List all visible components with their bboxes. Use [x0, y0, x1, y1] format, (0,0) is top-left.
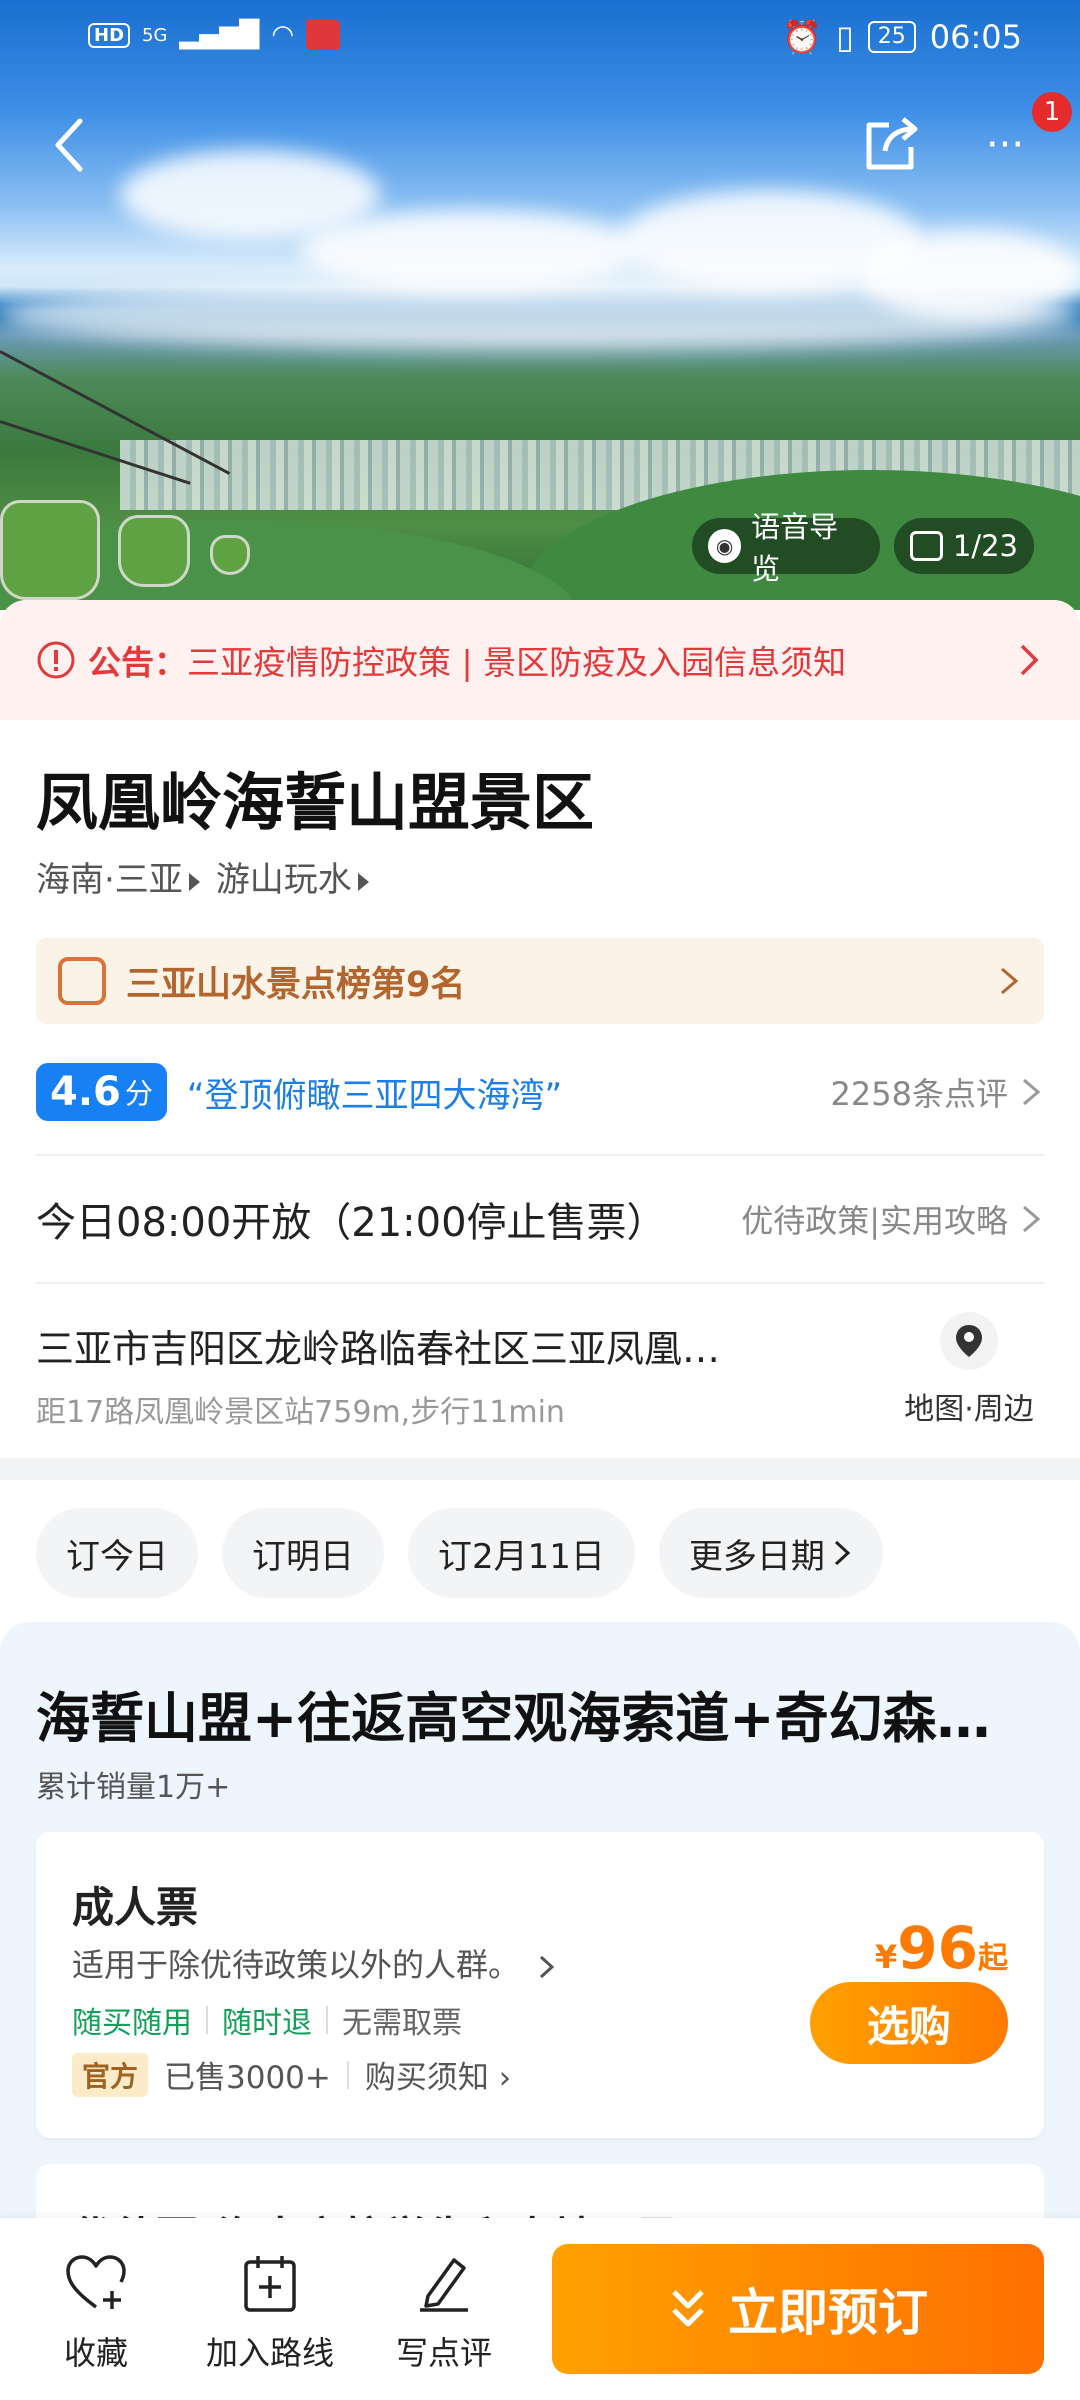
- network-label: 5G: [142, 24, 168, 46]
- tag-refundable: 随时退: [222, 2006, 312, 2041]
- favorite-label: 收藏: [63, 2334, 128, 2372]
- opening-hours: 今日08:00开放（21:00停止售票）: [36, 1200, 667, 1246]
- more-button[interactable]: ···: [970, 120, 1040, 170]
- share-icon: [866, 117, 918, 170]
- share-button[interactable]: [856, 108, 926, 178]
- write-review-button[interactable]: 写点评: [364, 2248, 524, 2374]
- score-badge: 4.6 分: [36, 1063, 167, 1121]
- caret-right-icon: [357, 873, 369, 891]
- heart-plus-icon: [66, 2255, 126, 2309]
- ticket-description[interactable]: 适用于除优待政策以外的人群。: [72, 1940, 558, 1986]
- add-route-button[interactable]: 加入路线: [190, 2248, 350, 2374]
- ticket-meta: 官方 已售3000+ 购买须知 ›: [72, 2052, 511, 2097]
- ranking-icon: [58, 957, 106, 1005]
- notification-badge: 1: [1032, 92, 1072, 132]
- purchase-notice-link[interactable]: 购买须知 ›: [365, 2052, 511, 2097]
- camera-icon: [910, 531, 943, 561]
- book-now-label: 立即预订: [728, 2284, 928, 2342]
- signal-icon: ▂▄▆█: [179, 20, 260, 50]
- hd-icon: HD: [88, 22, 131, 48]
- date-chip-today[interactable]: 订今日: [36, 1508, 198, 1598]
- date-chip-tomorrow[interactable]: 订明日: [222, 1508, 384, 1598]
- product-sales: 累计销量1万+: [36, 1770, 231, 1805]
- breadcrumb-location[interactable]: 海南·三亚: [36, 852, 200, 901]
- audio-guide-button[interactable]: ◉ 语音导览: [692, 510, 880, 586]
- address-row[interactable]: 三亚市吉阳区龙岭路临春社区三亚凤凰… 距17路凤凰岭景区站759m,步行11mi…: [36, 1312, 1044, 1431]
- rating-row[interactable]: 4.6 分 “登顶俯瞰三亚四大海湾” 2258条点评: [36, 1060, 1044, 1124]
- section-divider: [0, 1458, 1080, 1480]
- vibrate-icon: ▯: [836, 18, 854, 56]
- bottom-action-bar: 收藏 加入路线 写点评 立即预订: [0, 2218, 1080, 2400]
- divider: [36, 1154, 1044, 1156]
- ticket-card-adult[interactable]: 成人票 适用于除优待政策以外的人群。 随买随用 随时退 无需取票 官方 已售30…: [36, 1832, 1044, 2138]
- clock: 06:05: [929, 18, 1022, 56]
- announcement-text: 三亚疫情防控政策 | 景区防疫及入园信息须知: [187, 643, 847, 682]
- audio-icon: ◉: [708, 529, 742, 563]
- double-chevron-down-icon: [672, 2290, 704, 2327]
- battery-indicator: 25: [867, 21, 916, 53]
- distance-text: 距17路凤凰岭景区站759m,步行11min: [36, 1395, 565, 1430]
- map-label: 地图·周边: [904, 1392, 1034, 1427]
- ranking-text: 三亚山水景点榜第9名: [126, 964, 466, 1005]
- calendar-plus-icon: [244, 2256, 296, 2312]
- add-route-label: 加入路线: [205, 2334, 334, 2372]
- ranking-banner[interactable]: 三亚山水景点榜第9名: [36, 938, 1044, 1024]
- sep-bar: [346, 2060, 349, 2089]
- back-button[interactable]: [40, 110, 100, 180]
- product-title[interactable]: 海誓山盟+往返高空观海索道+奇幻森…: [36, 1674, 1046, 1753]
- favorite-button[interactable]: 收藏: [16, 2248, 176, 2374]
- pen-icon: [420, 2258, 468, 2312]
- alarm-icon: ⏰: [782, 18, 823, 56]
- status-bar: HD 5G ▂▄▆█ ◠ ⏰ ▯ 25 06:05: [0, 0, 1080, 80]
- photo-gallery-button[interactable]: 1/23: [894, 518, 1034, 574]
- map-button[interactable]: 地图·周边: [894, 1312, 1044, 1428]
- address-text: 三亚市吉阳区龙岭路临春社区三亚凤凰…: [36, 1327, 721, 1371]
- tag-no-pickup: 无需取票: [342, 2006, 462, 2041]
- photo-counter: 1/23: [952, 529, 1018, 563]
- tag-instant-use: 随买随用: [72, 2006, 192, 2041]
- chevron-right-icon: [1023, 1078, 1041, 1106]
- caret-right-icon: [188, 873, 200, 891]
- more-dots-icon: ···: [985, 122, 1025, 168]
- map-pin-icon: [940, 1312, 998, 1370]
- chevron-right-icon: [1001, 967, 1019, 995]
- breadcrumb: 海南·三亚 游山玩水: [36, 852, 369, 901]
- chevron-left-icon: [55, 118, 83, 172]
- score-value: 4.6: [50, 1069, 121, 1115]
- audio-guide-label: 语音导览: [751, 510, 839, 586]
- policy-links[interactable]: 优待政策|实用攻略: [741, 1196, 1008, 1242]
- review-count: 2258条点评: [830, 1075, 1008, 1113]
- ticket-price: ¥ 96 起: [875, 1914, 1008, 1982]
- date-chip-feb-11[interactable]: 订2月11日: [408, 1508, 635, 1598]
- score-unit: 分: [124, 1077, 153, 1110]
- official-badge: 官方: [72, 2052, 149, 2097]
- info-icon: [37, 641, 75, 679]
- chevron-right-icon: [540, 1955, 555, 1979]
- more-dates-label: 更多日期: [688, 1536, 825, 1577]
- announcement-bar[interactable]: 公告： 三亚疫情防控政策 | 景区防疫及入园信息须知: [0, 600, 1080, 720]
- write-review-label: 写点评: [395, 2334, 492, 2372]
- chevron-right-icon: [834, 1540, 851, 1566]
- date-chip-more[interactable]: 更多日期: [658, 1508, 883, 1598]
- select-buy-button[interactable]: 选购: [810, 1982, 1008, 2064]
- breadcrumb-category[interactable]: 游山玩水: [216, 852, 369, 901]
- date-chip-row: 订今日 订明日 订2月11日 更多日期: [36, 1508, 883, 1598]
- ticket-name: 成人票: [72, 1883, 199, 1932]
- chevron-right-icon: [1020, 644, 1039, 676]
- review-quote: “登顶俯瞰三亚四大海湾”: [186, 1075, 563, 1116]
- opening-hours-row[interactable]: 今日08:00开放（21:00停止售票） 优待政策|实用攻略: [36, 1190, 1044, 1248]
- chevron-right-icon: [1023, 1205, 1041, 1233]
- reader-app-icon: [306, 20, 341, 50]
- wifi-icon: ◠: [271, 20, 295, 50]
- announcement-prefix: 公告：: [88, 643, 187, 682]
- divider: [36, 1282, 1044, 1284]
- attraction-title: 凤凰岭海誓山盟景区: [36, 766, 595, 839]
- ticket-tags: 随买随用 随时退 无需取票: [72, 1998, 462, 2042]
- sold-count: 已售3000+: [164, 2060, 331, 2096]
- book-now-button[interactable]: 立即预订: [552, 2244, 1044, 2374]
